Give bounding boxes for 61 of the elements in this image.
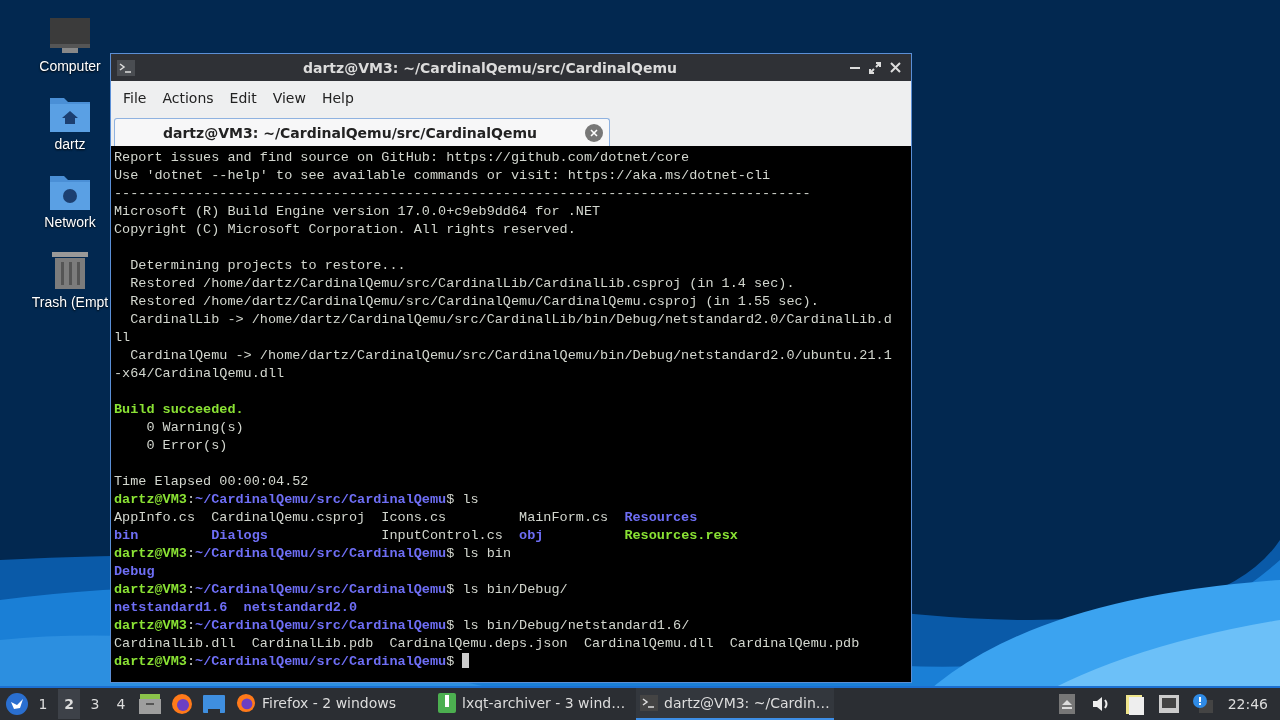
- terminal-line: Build succeeded.: [114, 401, 245, 419]
- terminal-line: Microsoft (R) Build Engine version 17.0.0+c9eb9dd64 for .NET: [114, 203, 602, 221]
- terminal-line: netstandard1.6 netstandard2.0: [114, 599, 359, 617]
- terminal-line: dartz@VM3:~/CardinalQemu/src/CardinalQemu$ ls bin: [114, 545, 512, 563]
- volume-icon[interactable]: [1091, 696, 1110, 712]
- terminal-line: 0 Error(s): [145, 437, 229, 455]
- menu-item[interactable]: Help: [313, 85, 362, 110]
- terminal-line: CardinalQemu -> /home/dartz/CardinalQemu/src/CardinalQemu/bin/Debug/netstandard2.0/ubuntu.21.1: [129, 347, 893, 365]
- file-cabinet-icon[interactable]: [139, 694, 161, 714]
- terminal-line: Debug: [114, 563, 156, 581]
- terminal-line: --------------------------------------------------------------------------------------: [114, 185, 812, 203]
- bird-logo-icon[interactable]: [6, 693, 28, 715]
- close-icon: [889, 62, 901, 73]
- task-button[interactable]: lxqt-archiver - 3 wind…: [434, 688, 632, 720]
- terminal-line: AppInfo.cs CardinalQemu.csproj Icons.cs MainForm.cs Resources: [114, 509, 699, 527]
- close-icon: [590, 128, 598, 137]
- trash-icon: [52, 250, 88, 290]
- desktop-icon-label[interactable]: Computer: [39, 58, 101, 74]
- terminal-line: Report issues and find source on GitHub: https://github.com/dotnet/core: [114, 149, 691, 167]
- desktop-icon-label[interactable]: dartz: [54, 136, 86, 152]
- window-title: dartz@VM3: ~/CardinalQemu/src/CardinalQemu: [302, 59, 678, 76]
- terminal-line: dartz@VM3:~/CardinalQemu/src/CardinalQemu$ ls bin/Debug/netstandard1.6/: [114, 617, 691, 635]
- workspace-button[interactable]: 3: [84, 689, 106, 719]
- eject-icon[interactable]: [1058, 694, 1075, 714]
- desktop-icon-label[interactable]: Network: [44, 214, 96, 230]
- terminal-line: Determining projects to restore...: [129, 257, 407, 275]
- terminal-line: bin Dialogs InputControl.cs obj Resources.resx: [114, 527, 739, 545]
- workspace-button[interactable]: 4: [110, 689, 132, 719]
- terminal-line: ll: [114, 329, 132, 347]
- terminal-line: Copyright (C) Microsoft Corporation. All rights reserved.: [114, 221, 577, 239]
- menu-item[interactable]: Edit: [221, 85, 265, 110]
- close-tab-button[interactable]: [585, 123, 603, 142]
- archive-icon: [438, 693, 456, 713]
- desktop-icon-label[interactable]: Trash (Empt: [31, 294, 109, 310]
- terminal-line: dartz@VM3:~/CardinalQemu/src/CardinalQemu$ ls bin/Debug/: [114, 581, 569, 599]
- menu-item[interactable]: File: [115, 85, 155, 110]
- terminal-icon: [640, 695, 658, 711]
- terminal-line: CardinalLib.dll CardinalLib.pdb CardinalQemu.deps.json CardinalQemu.dll CardinalQemu.pdb: [114, 635, 861, 653]
- terminal-line: dartz@VM3:~/CardinalQemu/src/CardinalQemu$: [114, 653, 908, 671]
- terminal-line: 0 Warning(s): [145, 419, 245, 437]
- task-button[interactable]: Firefox - 2 windows: [232, 688, 430, 720]
- network-port-icon[interactable]: [1158, 695, 1179, 713]
- workspace-button[interactable]: 2: [58, 689, 80, 719]
- terminal-line: Use 'dotnet --help' to see available commands or visit: https://aka.ms/dotnet-cli: [114, 167, 772, 185]
- terminal-line: Time Elapsed 00:00:04.52: [114, 473, 310, 491]
- terminal-line: CardinalLib -> /home/dartz/CardinalQemu/src/CardinalLib/bin/Debug/netstandard2.0/CardinalLib.d: [129, 311, 893, 329]
- maximize-icon: [869, 61, 881, 74]
- terminal-icon: [117, 59, 135, 76]
- firefox-icon: [236, 693, 256, 713]
- terminal-line: Restored /home/dartz/CardinalQemu/src/CardinalQemu/CardinalQemu.csproj (in 1.55 sec).: [129, 293, 820, 311]
- clock[interactable]: 22:46: [1221, 696, 1274, 712]
- menu-item[interactable]: Actions: [154, 85, 222, 110]
- terminal-tab[interactable]: dartz@VM3: ~/CardinalQemu/src/CardinalQemu: [114, 118, 610, 146]
- menu-item[interactable]: View: [264, 85, 314, 110]
- workspace-button[interactable]: 1: [32, 689, 54, 719]
- window-icon[interactable]: [203, 695, 225, 713]
- terminal-line: -x64/CardinalQemu.dll: [114, 365, 286, 383]
- terminal-line: dartz@VM3:~/CardinalQemu/src/CardinalQemu$ ls: [114, 491, 480, 509]
- task-button[interactable]: dartz@VM3: ~/Cardin…: [636, 688, 834, 720]
- monitor-icon: [49, 18, 91, 54]
- terminal-line: Restored /home/dartz/CardinalQemu/src/CardinalLib/CardinalLib.csproj (in 1.4 sec).: [129, 275, 796, 293]
